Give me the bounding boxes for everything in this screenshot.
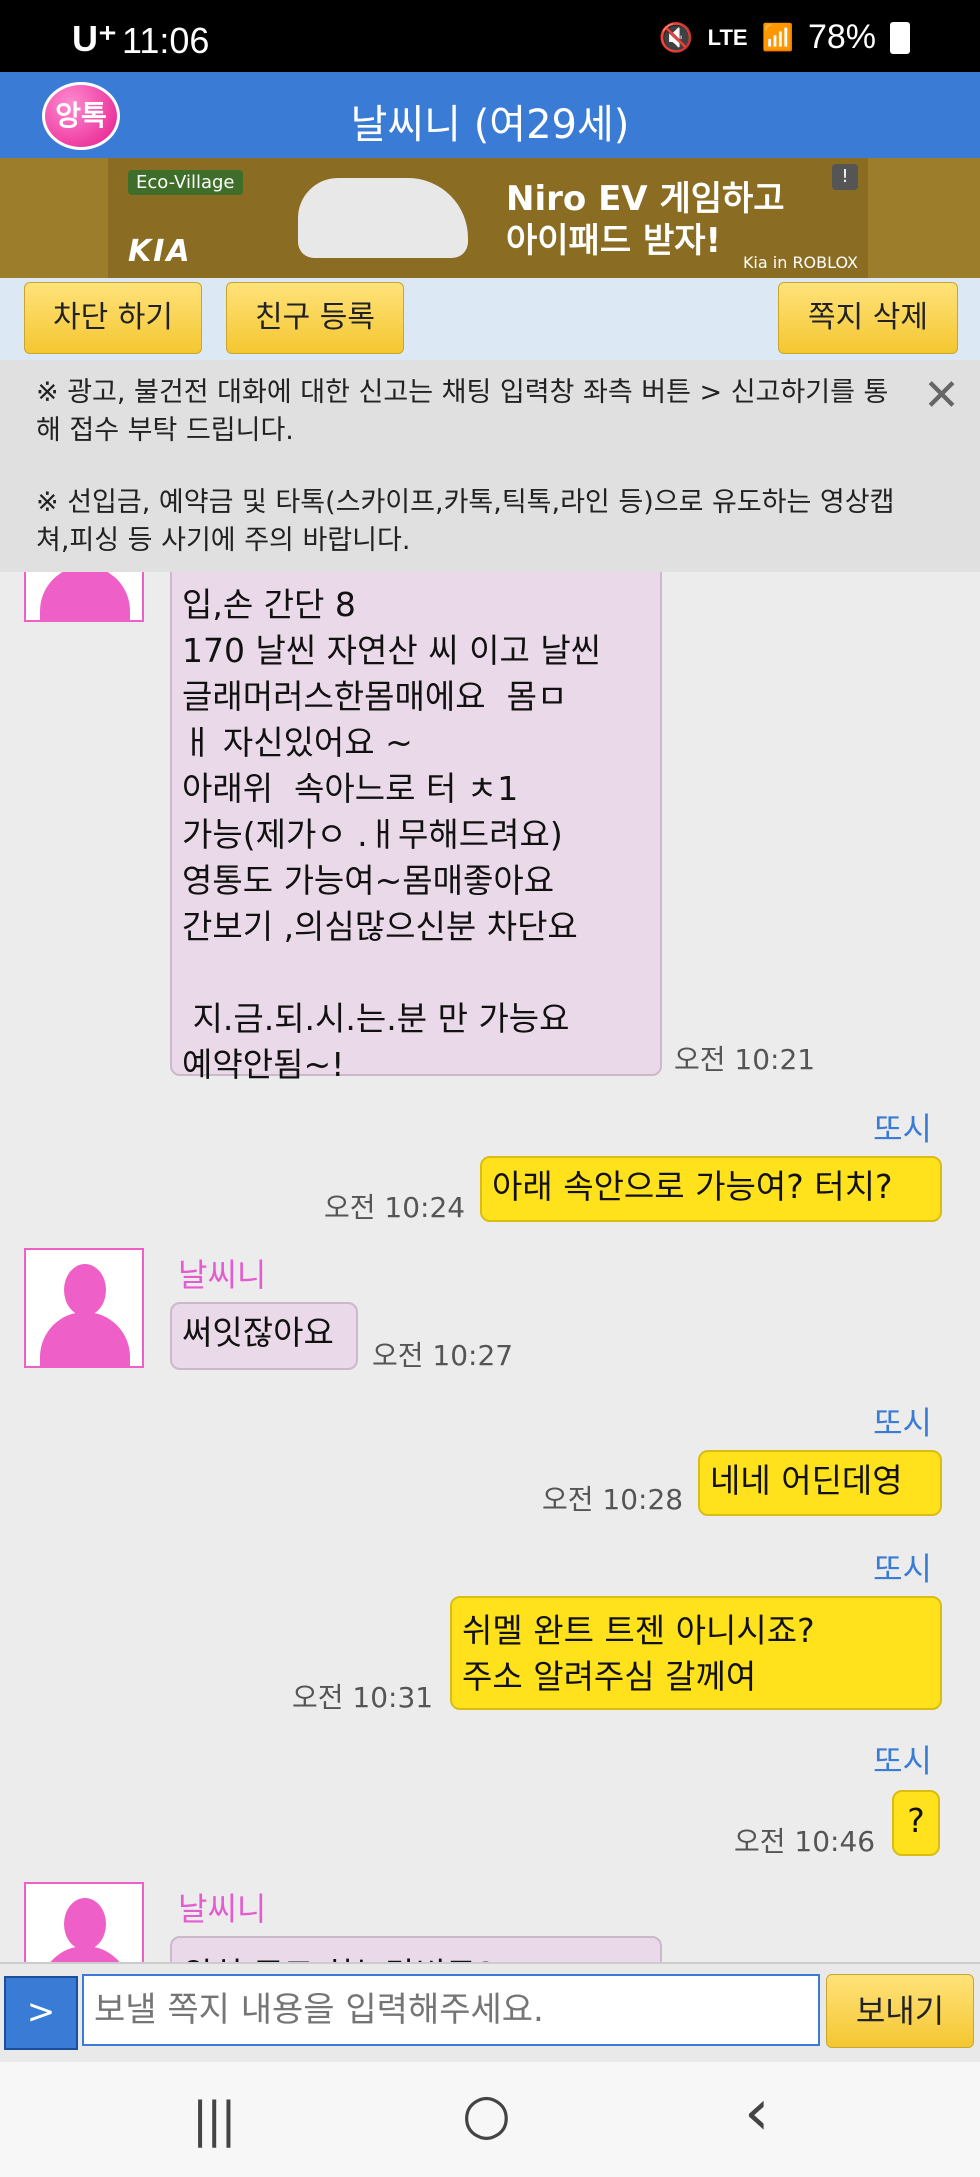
- ad-tag: Kia in ROBLOX: [742, 253, 858, 272]
- ad-eco-label: Eco-Village: [128, 170, 243, 195]
- close-icon[interactable]: ✕: [923, 370, 960, 421]
- sender-name-me: 또시: [873, 1404, 932, 1442]
- message-time: 오전 10:31: [292, 1681, 434, 1714]
- send-button[interactable]: 보내기: [826, 1974, 974, 2048]
- battery-level: 78%: [807, 18, 876, 56]
- title-bar: 앙톡 날씨니 (여29세): [0, 72, 980, 158]
- home-icon[interactable]: ○: [462, 2082, 511, 2147]
- add-friend-button[interactable]: 친구 등록: [226, 282, 404, 354]
- block-button[interactable]: 차단 하기: [24, 282, 202, 354]
- ad-info-icon[interactable]: !: [832, 164, 858, 190]
- ad-image[interactable]: Eco-Village KIA Niro EV 게임하고 아이패드 받자! Ki…: [108, 158, 868, 278]
- avatar-body: [40, 1946, 130, 1962]
- avatar[interactable]: [24, 1248, 144, 1368]
- message-time: 오전 10:28: [542, 1483, 684, 1516]
- recent-apps-icon[interactable]: |||: [192, 2092, 236, 2148]
- delete-message-button[interactable]: 쪽지 삭제: [778, 282, 958, 354]
- sender-name-me: 또시: [873, 1550, 932, 1588]
- message-time: 오전 10:24: [324, 1191, 466, 1224]
- message-bubble-them: 써잇잖아요: [170, 1302, 358, 1370]
- message-bubble-me: ?: [892, 1790, 940, 1856]
- system-nav-bar: ||| ○ ‹: [0, 2062, 980, 2177]
- sender-name-them: 날씨니: [178, 1256, 267, 1294]
- warning-notice: ※ 광고, 불건전 대화에 대한 신고는 채팅 입력창 좌측 버튼 > 신고하기…: [0, 360, 980, 572]
- message-input[interactable]: [82, 1974, 820, 2046]
- ad-headline: Niro EV 게임하고 아이패드 받자!: [506, 178, 785, 262]
- avatar-head: [64, 1898, 106, 1950]
- chat-area[interactable]: 입,손 간단 8 170 날씬 자연산 씨 이고 날씬 글래머러스한몸매에요 몸…: [0, 572, 980, 1962]
- mute-icon: 🔇: [658, 22, 694, 53]
- clock: 11:06: [122, 20, 210, 61]
- kia-logo: KIA: [128, 234, 192, 269]
- notice-line-report: ※ 광고, 불건전 대화에 대한 신고는 채팅 입력창 좌측 버튼 > 신고하기…: [36, 377, 889, 446]
- message-bubble-them: 입,손 간단 8 170 날씬 자연산 씨 이고 날씬 글래머러스한몸매에요 몸…: [170, 572, 662, 1084]
- sender-name-me: 또시: [873, 1110, 932, 1148]
- message-bubble-me: 네네 어딘데영: [698, 1450, 942, 1516]
- message-time: 오전 10:21: [674, 1043, 816, 1076]
- message-bubble-me: 쉬멜 완트 트젠 아니시죠? 주소 알려주심 갈께여: [450, 1596, 942, 1710]
- message-bubble-them: 위치 주고 하는당빈로25: [170, 1936, 662, 1962]
- notice-line-fraud: ※ 선입금, 예약금 및 타톡(스카이프,카톡,틱톡,라인 등)으로 유도하는 …: [36, 487, 895, 556]
- avatar-body: [40, 1312, 130, 1366]
- status-bar: U⁺ 11:06 🔇 LTE 📶 78%: [0, 0, 980, 72]
- signal-icon: 📶: [761, 22, 794, 52]
- avatar[interactable]: [24, 572, 144, 622]
- network-label: LTE: [707, 24, 748, 50]
- avatar-body: [40, 572, 130, 620]
- ad-banner[interactable]: Eco-Village KIA Niro EV 게임하고 아이패드 받자! Ki…: [0, 158, 980, 278]
- report-menu-button[interactable]: >: [4, 1976, 78, 2050]
- back-icon[interactable]: ‹: [744, 2076, 770, 2150]
- message-input-bar: > 보내기: [0, 1962, 980, 2064]
- action-toolbar: 차단 하기 친구 등록 쪽지 삭제: [0, 278, 980, 360]
- avatar-head: [64, 1264, 106, 1316]
- sender-name-me: 또시: [873, 1742, 932, 1780]
- message-time: 오전 10:46: [734, 1825, 876, 1858]
- sender-name-them: 날씨니: [178, 1890, 267, 1928]
- battery-icon: [890, 21, 910, 54]
- avatar[interactable]: [24, 1882, 144, 1962]
- page-title: 날씨니 (여29세): [350, 102, 630, 148]
- car-image: [298, 178, 468, 258]
- message-time: 오전 10:27: [372, 1339, 514, 1372]
- message-bubble-me: 아래 속안으로 가능여? 터치?: [480, 1156, 942, 1222]
- ad-headline-line1: Niro EV 게임하고: [506, 179, 785, 219]
- status-indicators: 🔇 LTE 📶 78%: [659, 18, 910, 57]
- carrier-label: U⁺: [72, 18, 117, 59]
